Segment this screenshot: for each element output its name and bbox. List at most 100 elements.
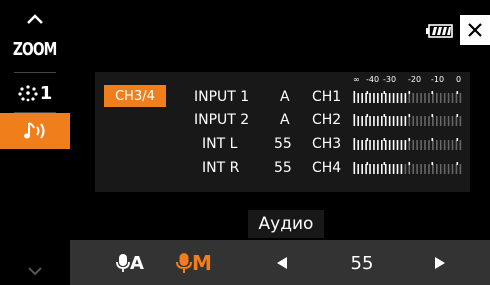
meter-segment bbox=[384, 140, 387, 150]
meter-segment bbox=[408, 140, 411, 150]
level-value: 55 bbox=[350, 252, 374, 274]
meter-segment bbox=[361, 140, 363, 150]
meter-segment bbox=[361, 116, 363, 126]
meter-tick bbox=[408, 114, 411, 117]
meter-segment bbox=[404, 93, 407, 103]
scale-label: -30 bbox=[383, 75, 397, 84]
scroll-down-button[interactable] bbox=[0, 260, 70, 282]
meter-segment bbox=[451, 93, 454, 103]
meter-segment bbox=[388, 93, 391, 103]
input-level: 55 bbox=[274, 136, 292, 152]
meter-tick bbox=[431, 138, 434, 141]
meter-segment bbox=[400, 116, 403, 126]
meter-segment bbox=[420, 116, 422, 126]
meter-segment bbox=[357, 164, 360, 174]
meter-tick bbox=[366, 138, 369, 141]
meter-tick bbox=[366, 91, 369, 94]
music-note-icon bbox=[24, 122, 45, 139]
meter-segment bbox=[459, 140, 462, 150]
scale-label: -10 bbox=[431, 75, 445, 84]
meter-segment bbox=[436, 93, 438, 103]
scale-label: -20 bbox=[408, 75, 422, 84]
meter-segment bbox=[365, 116, 367, 126]
meter-segment bbox=[392, 116, 395, 126]
meter-tick bbox=[456, 114, 459, 117]
zoom-button[interactable]: ZOOM bbox=[0, 34, 70, 64]
meter-segment bbox=[420, 93, 422, 103]
meter-segment bbox=[416, 164, 418, 174]
auto-level-button[interactable]: A bbox=[110, 248, 150, 278]
meter-segment bbox=[373, 164, 375, 174]
zoom-label: ZOOM bbox=[13, 38, 58, 60]
meter-segment bbox=[455, 116, 458, 126]
increase-button[interactable] bbox=[428, 250, 452, 276]
meter-segment bbox=[447, 116, 450, 126]
meter-segment bbox=[353, 140, 356, 150]
scene-mode-number: 1 bbox=[39, 82, 53, 104]
meter-tick bbox=[383, 138, 386, 141]
audio-mode-button[interactable] bbox=[0, 113, 70, 149]
meter-segment bbox=[369, 116, 371, 126]
meter-segment bbox=[416, 93, 418, 103]
level-meter bbox=[353, 162, 462, 174]
meter-segment bbox=[412, 116, 415, 126]
left-sidebar: ZOOM 1 bbox=[0, 0, 70, 285]
scroll-up-button[interactable] bbox=[0, 4, 70, 34]
meter-tick bbox=[431, 162, 434, 165]
meter-tick bbox=[431, 114, 434, 117]
meter-tick bbox=[431, 91, 434, 94]
meter-segment bbox=[365, 93, 367, 103]
close-button[interactable] bbox=[460, 15, 490, 45]
meter-segment bbox=[420, 140, 422, 150]
meter-segment bbox=[400, 93, 403, 103]
meter-segment bbox=[353, 93, 356, 103]
chevron-down-icon bbox=[28, 267, 42, 276]
manual-level-button[interactable]: M bbox=[170, 248, 218, 278]
meter-segment bbox=[369, 164, 371, 174]
meter-segment bbox=[428, 164, 430, 174]
meter-segment bbox=[396, 116, 399, 126]
meter-tick bbox=[383, 91, 386, 94]
meter-tick bbox=[408, 91, 411, 94]
meter-segment bbox=[432, 93, 434, 103]
scene-mode-button[interactable]: 1 bbox=[0, 76, 70, 110]
level-meter bbox=[353, 138, 462, 150]
meter-segment bbox=[365, 164, 367, 174]
meter-segment bbox=[373, 93, 375, 103]
meter-segment bbox=[424, 140, 426, 150]
meter-segment bbox=[400, 140, 403, 150]
meter-tick bbox=[383, 162, 386, 165]
meter-segment bbox=[384, 164, 387, 174]
meter-segment bbox=[439, 116, 442, 126]
meter-segment bbox=[377, 93, 379, 103]
channel-name: CH2 bbox=[312, 112, 342, 128]
meter-segment bbox=[373, 116, 375, 126]
bottom-bar: A M 55 bbox=[70, 240, 490, 285]
meter-segment bbox=[424, 164, 426, 174]
sparkle-icon bbox=[18, 85, 38, 102]
scale-label: -40 bbox=[366, 75, 380, 84]
meter-segment bbox=[369, 140, 371, 150]
meter-segment bbox=[436, 116, 438, 126]
scale-label: 0 bbox=[456, 75, 462, 84]
meter-segment bbox=[451, 116, 454, 126]
meter-segment bbox=[388, 164, 391, 174]
manual-mode-label: M bbox=[192, 251, 212, 275]
input-name: INT L bbox=[202, 136, 238, 152]
meter-segment bbox=[381, 116, 383, 126]
microphone-icon bbox=[116, 254, 130, 272]
chevron-up-icon bbox=[27, 14, 43, 24]
meter-segment bbox=[353, 164, 356, 174]
meter-segment bbox=[443, 164, 446, 174]
meter-segment bbox=[459, 116, 462, 126]
decrease-button[interactable] bbox=[270, 250, 294, 276]
triangle-right-icon bbox=[435, 257, 445, 269]
meter-segment bbox=[392, 164, 395, 174]
auto-mode-label: A bbox=[130, 252, 144, 274]
meter-segment bbox=[432, 116, 434, 126]
meter-segment bbox=[377, 116, 379, 126]
meter-segment bbox=[424, 116, 426, 126]
meter-segment bbox=[384, 93, 387, 103]
channel-select-button[interactable]: CH3/4 bbox=[104, 85, 166, 107]
meter-segment bbox=[357, 140, 360, 150]
